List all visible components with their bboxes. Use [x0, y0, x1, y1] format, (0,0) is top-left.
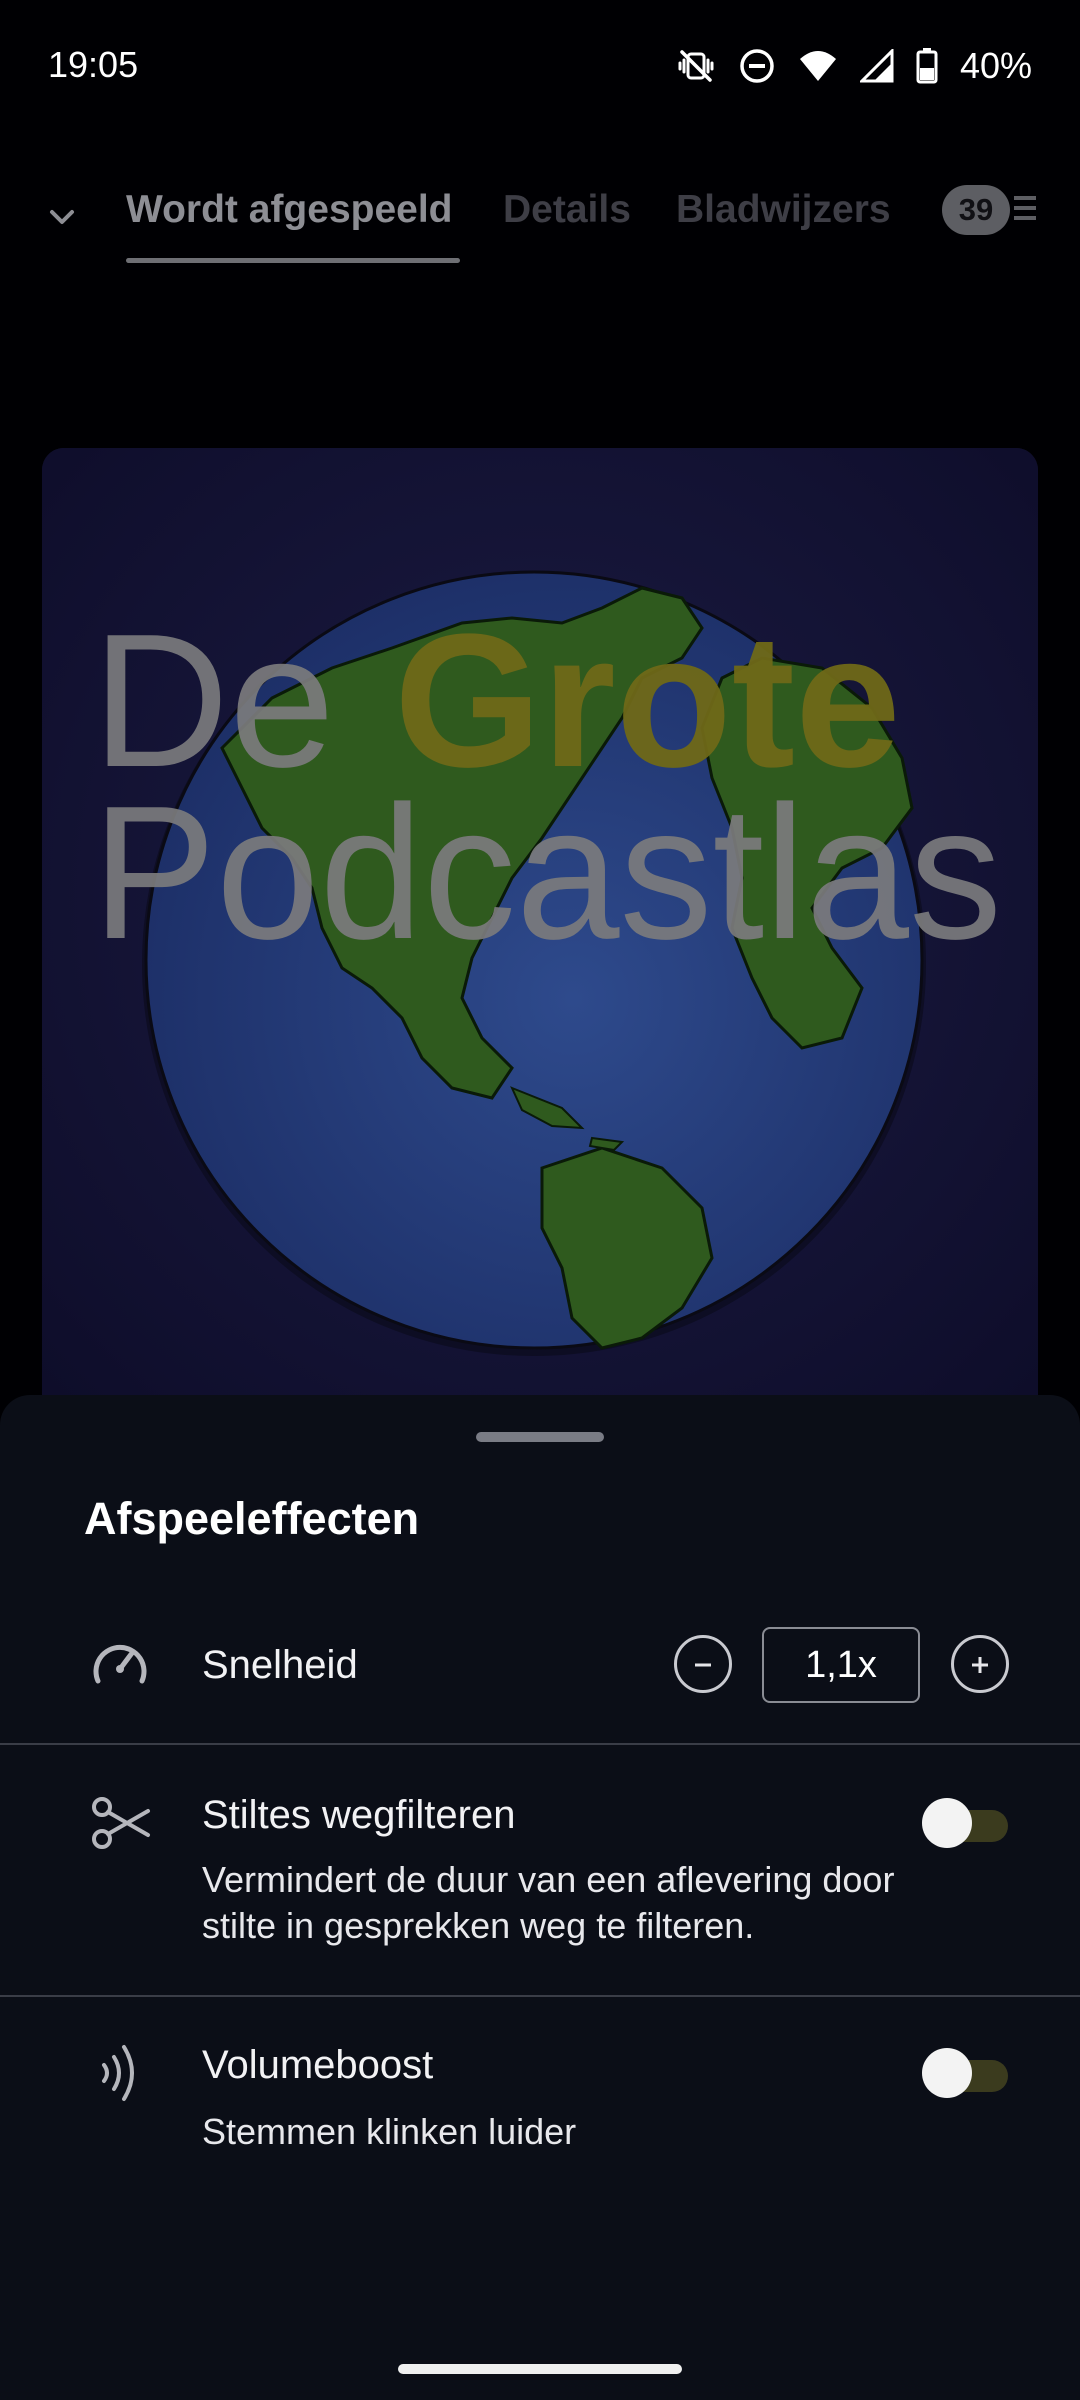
artwork-title: De Grote Podcastlas: [92, 595, 1002, 979]
minus-icon: [691, 1644, 715, 1684]
tab-bookmarks[interactable]: Bladwijzers: [676, 188, 891, 232]
scissors-icon: [84, 1787, 156, 1859]
wifi-icon: [798, 49, 838, 83]
trim-silence-label: Stiltes wegfilteren: [202, 1793, 516, 1837]
battery-percent: 40%: [959, 45, 1032, 86]
playback-effects-sheet: Afspeeleffecten Snelheid 1,1x Stiltes we…: [0, 1395, 1080, 2400]
sound-waves-icon: [84, 2037, 156, 2109]
divider: [0, 1743, 1080, 1745]
speed-value[interactable]: 1,1x: [762, 1627, 920, 1703]
collapse-chevron-icon[interactable]: [36, 192, 88, 244]
gesture-navigation-handle[interactable]: [398, 2364, 682, 2374]
status-time: 19:05: [48, 44, 139, 85]
queue-list-icon: [1014, 188, 1038, 233]
podcast-artwork: De Grote Podcastlas: [42, 448, 1038, 1448]
vibrate-off-icon: [676, 46, 716, 86]
trim-silence-description: Vermindert de duur van een aflevering do…: [202, 1859, 895, 1946]
volume-boost-label: Volumeboost: [202, 2043, 434, 2087]
volume-boost-description: Stemmen klinken luider: [202, 2111, 577, 2152]
tab-details[interactable]: Details: [503, 188, 631, 232]
plus-icon: [968, 1644, 992, 1684]
volume-boost-toggle[interactable]: [922, 2045, 1010, 2099]
speed-increase-button[interactable]: [951, 1635, 1009, 1693]
sheet-title: Afspeeleffecten: [84, 1493, 420, 1544]
status-icons: 40%: [676, 44, 1032, 88]
queue-button[interactable]: 39: [942, 182, 1038, 238]
active-tab-indicator: [126, 258, 460, 263]
cellular-signal-icon: [859, 49, 894, 83]
do-not-disturb-icon: [738, 47, 776, 85]
speed-label: Snelheid: [202, 1643, 358, 1687]
svg-text:Podcastlas: Podcastlas: [92, 767, 1002, 979]
speed-decrease-button[interactable]: [674, 1635, 732, 1693]
battery-icon: [916, 48, 938, 84]
trim-silence-toggle[interactable]: [922, 1795, 1010, 1849]
toggle-thumb: [922, 1798, 972, 1848]
toggle-thumb: [922, 2048, 972, 2098]
status-bar: 19:05 40%: [0, 0, 1080, 136]
sheet-drag-handle[interactable]: [476, 1432, 604, 1442]
player-tab-bar: Wordt afgespeeld Details Bladwijzers 39: [0, 170, 1080, 266]
queue-count-badge: 39: [942, 185, 1010, 235]
tab-now-playing[interactable]: Wordt afgespeeld: [126, 188, 453, 232]
divider: [0, 1995, 1080, 1997]
speedometer-icon: [84, 1629, 156, 1701]
